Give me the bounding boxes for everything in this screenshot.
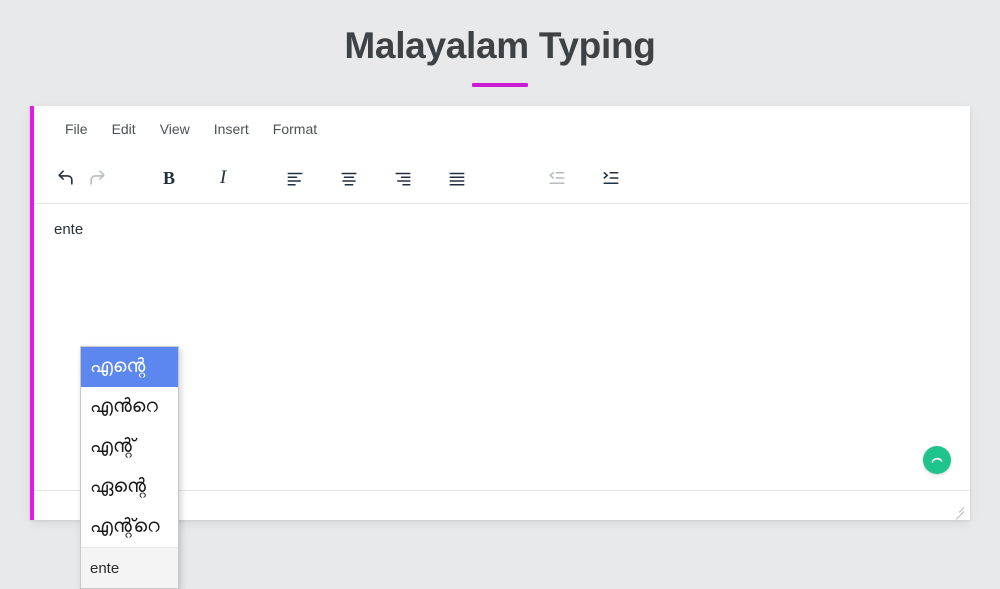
toolbar: B I (34, 152, 970, 204)
suggestion-item-0[interactable]: എന്റെ (81, 347, 178, 387)
italic-icon: I (219, 167, 227, 188)
redo-icon (88, 168, 107, 187)
align-center-button[interactable] (334, 163, 364, 193)
italic-button[interactable]: I (208, 163, 238, 193)
indent-icon (602, 169, 620, 187)
align-justify-icon (448, 169, 466, 187)
outdent-icon (548, 169, 566, 187)
menu-item-format[interactable]: Format (262, 117, 328, 141)
page-title: Malayalam Typing (344, 25, 656, 66)
align-left-icon (286, 169, 304, 187)
bold-icon: B (162, 167, 175, 188)
suggestion-item-3[interactable]: ഏന്റെ (81, 467, 178, 507)
suggestion-item-raw[interactable]: ente (81, 547, 178, 588)
indent-button[interactable] (596, 163, 626, 193)
suggestion-item-2[interactable]: എന്റ് (81, 427, 178, 467)
menu-item-edit[interactable]: Edit (101, 117, 147, 141)
editor-accent-bar (30, 106, 34, 520)
align-justify-button[interactable] (442, 163, 472, 193)
suggestion-item-4[interactable]: എന്റ്റെ (81, 507, 178, 547)
align-center-icon (340, 169, 358, 187)
title-underline-accent (472, 83, 528, 88)
redo-button[interactable] (82, 163, 112, 193)
resize-grip-icon[interactable] (950, 501, 965, 520)
align-left-button[interactable] (280, 163, 310, 193)
undo-button[interactable] (50, 163, 80, 193)
bold-button[interactable]: B (154, 163, 184, 193)
suggestion-item-1[interactable]: എൻറെ (81, 387, 178, 427)
menu-item-file[interactable]: File (54, 117, 99, 141)
menu-bar: File Edit View Insert Format (34, 106, 970, 152)
align-right-button[interactable] (388, 163, 418, 193)
editor-card: File Edit View Insert Format B I ente എന… (30, 106, 970, 589)
typed-text: ente (54, 221, 84, 238)
align-right-icon (394, 169, 412, 187)
menu-item-view[interactable]: View (149, 117, 201, 141)
outdent-button[interactable] (542, 163, 572, 193)
transliteration-suggestion-list[interactable]: എന്റെ എൻറെ എന്റ് ഏന്റെ എന്റ്റെ ente (80, 346, 179, 589)
menu-item-insert[interactable]: Insert (203, 117, 260, 141)
spinner-icon (929, 452, 945, 468)
status-badge[interactable] (923, 446, 951, 474)
undo-icon (56, 168, 75, 187)
page-header: Malayalam Typing (0, 0, 1000, 88)
